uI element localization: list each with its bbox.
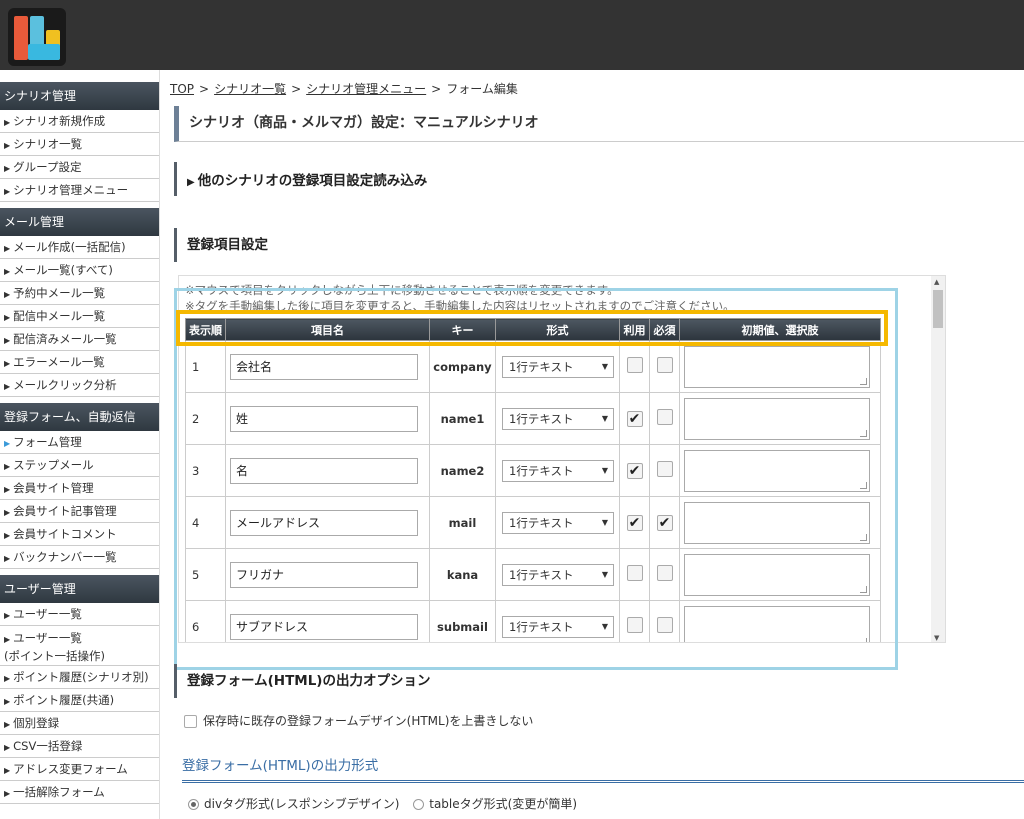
triangle-right-icon: ▶ xyxy=(4,485,11,494)
triangle-right-icon: ▶ xyxy=(4,267,11,276)
field-settings-heading: 登録項目設定 xyxy=(174,228,268,262)
load-settings-toggle[interactable]: ▶ 他のシナリオの登録項目設定読み込み xyxy=(174,162,427,196)
triangle-right-icon: ▶ xyxy=(4,766,11,775)
breadcrumb-top-link[interactable]: TOP xyxy=(170,82,194,96)
sidebar-item-form-manage[interactable]: ▶ フォーム管理 xyxy=(0,431,159,454)
breadcrumb-current: フォーム編集 xyxy=(446,82,518,96)
radio-div[interactable] xyxy=(188,799,199,810)
sidebar-item-csv-register[interactable]: ▶ CSV一括登録 xyxy=(0,735,159,758)
sidebar-item-scenario-new[interactable]: ▶ シナリオ新規作成 xyxy=(0,110,159,133)
triangle-right-icon: ▶ xyxy=(4,187,11,196)
triangle-right-icon: ▶ xyxy=(4,359,11,368)
sidebar-item-user-list[interactable]: ▶ ユーザー一覧 xyxy=(0,603,159,626)
sidebar-item-point-history-common[interactable]: ▶ ポイント履歴(共通) xyxy=(0,689,159,712)
sidebar-item-scenario-list[interactable]: ▶ シナリオ一覧 xyxy=(0,133,159,156)
triangle-right-icon: ▶ xyxy=(4,439,11,448)
breadcrumb-scenario-list-link[interactable]: シナリオ一覧 xyxy=(214,82,286,96)
vertical-scrollbar[interactable]: ▲ ▼ xyxy=(931,276,945,642)
sidebar-item-address-change[interactable]: ▶ アドレス変更フォーム xyxy=(0,758,159,781)
sidebar-item-mail-error[interactable]: ▶ エラーメール一覧 xyxy=(0,351,159,374)
triangle-right-icon: ▶ xyxy=(4,674,11,683)
triangle-right-icon: ▶ xyxy=(187,177,195,188)
sidebar-item-step-mail[interactable]: ▶ ステップメール xyxy=(0,454,159,477)
radio-table[interactable] xyxy=(413,799,425,810)
scroll-down-icon[interactable]: ▼ xyxy=(934,634,939,642)
triangle-right-icon: ▶ xyxy=(4,462,11,471)
sidebar-item-point-history-scenario[interactable]: ▶ ポイント履歴(シナリオ別) xyxy=(0,666,159,689)
sidebar-item-individual-register[interactable]: ▶ 個別登録 xyxy=(0,712,159,735)
sidebar-group-form: 登録フォーム、自動返信 xyxy=(0,403,159,431)
breadcrumb: TOP > シナリオ一覧 > シナリオ管理メニュー > フォーム編集 xyxy=(170,82,518,96)
output-format-heading: 登録フォーム(HTML)の出力形式 xyxy=(182,754,1024,783)
sidebar-item-mail-sent[interactable]: ▶ 配信済みメール一覧 xyxy=(0,328,159,351)
sidebar-item-backnumber[interactable]: ▶ バックナンバー一覧 xyxy=(0,546,159,569)
triangle-right-icon: ▶ xyxy=(4,141,11,150)
overwrite-option[interactable]: 保存時に既存の登録フォームデザイン(HTML)を上書きしない xyxy=(184,712,533,729)
sidebar-item-bulk-cancel[interactable]: ▶ 一括解除フォーム xyxy=(0,781,159,804)
highlight-header-frame xyxy=(176,310,888,346)
triangle-right-icon: ▶ xyxy=(4,508,11,517)
triangle-right-icon: ▶ xyxy=(4,789,11,798)
sidebar-item-mail-sending[interactable]: ▶ 配信中メール一覧 xyxy=(0,305,159,328)
page-title: シナリオ（商品・メルマガ）設定：マニュアルシナリオ xyxy=(174,106,1024,142)
sidebar-item-mail-click[interactable]: ▶ メールクリック分析 xyxy=(0,374,159,397)
sidebar-item-user-list-points[interactable]: ▶ ユーザー一覧 (ポイント一括操作) xyxy=(0,626,159,666)
scrollbar-thumb[interactable] xyxy=(933,290,943,328)
sidebar-item-mail-create[interactable]: ▶ メール作成(一括配信) xyxy=(0,236,159,259)
triangle-right-icon: ▶ xyxy=(4,336,11,345)
sidebar-item-mail-scheduled[interactable]: ▶ 予約中メール一覧 xyxy=(0,282,159,305)
triangle-right-icon: ▶ xyxy=(4,382,11,391)
overwrite-checkbox[interactable] xyxy=(184,715,197,728)
breadcrumb-scenario-menu-link[interactable]: シナリオ管理メニュー xyxy=(306,82,426,96)
sidebar-item-member-comment[interactable]: ▶ 会員サイトコメント xyxy=(0,523,159,546)
triangle-right-icon: ▶ xyxy=(4,720,11,729)
triangle-right-icon: ▶ xyxy=(4,611,11,620)
triangle-right-icon: ▶ xyxy=(4,635,11,644)
sidebar-item-member-article[interactable]: ▶ 会員サイト記事管理 xyxy=(0,500,159,523)
triangle-right-icon: ▶ xyxy=(4,164,11,173)
triangle-right-icon: ▶ xyxy=(4,313,11,322)
sidebar-group-scenario: シナリオ管理 xyxy=(0,82,159,110)
output-format-radios: divタグ形式(レスポンシブデザイン) tableタグ形式(変更が簡単) xyxy=(188,795,577,812)
triangle-right-icon: ▶ xyxy=(4,743,11,752)
main-content: TOP > シナリオ一覧 > シナリオ管理メニュー > フォーム編集 シナリオ（商品・メルマ… xyxy=(160,70,1024,819)
sidebar-group-mail: メール管理 xyxy=(0,208,159,236)
app-logo-icon[interactable] xyxy=(8,8,66,66)
sidebar-item-member-site[interactable]: ▶ 会員サイト管理 xyxy=(0,477,159,500)
triangle-right-icon: ▶ xyxy=(4,290,11,299)
scroll-up-icon[interactable]: ▲ xyxy=(934,278,939,286)
html-options-heading: 登録フォーム(HTML)の出力オプション xyxy=(174,664,430,698)
sidebar-item-scenario-menu[interactable]: ▶ シナリオ管理メニュー xyxy=(0,179,159,202)
triangle-right-icon: ▶ xyxy=(4,554,11,563)
sidebar-group-user: ユーザー管理 xyxy=(0,575,159,603)
triangle-right-icon: ▶ xyxy=(4,697,11,706)
triangle-right-icon: ▶ xyxy=(4,118,11,127)
sidebar-item-mail-list[interactable]: ▶ メール一覧(すべて) xyxy=(0,259,159,282)
triangle-right-icon: ▶ xyxy=(4,531,11,540)
sidebar: シナリオ管理 ▶ シナリオ新規作成 ▶ シナリオ一覧 ▶ グループ設定 ▶ シナリオ管理… xyxy=(0,70,160,819)
triangle-right-icon: ▶ xyxy=(4,244,11,253)
top-header-bar xyxy=(0,0,1024,70)
sidebar-item-group-settings[interactable]: ▶ グループ設定 xyxy=(0,156,159,179)
